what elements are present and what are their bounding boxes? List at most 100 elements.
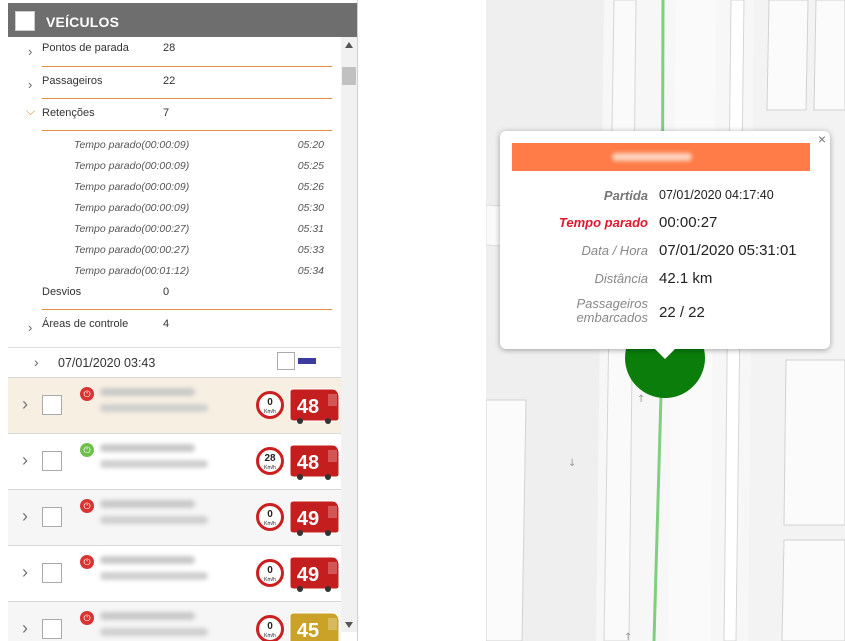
retention-item[interactable]: Tempo parado(00:00:09) 05:26 [74, 181, 324, 193]
popup-value-datetime: 07/01/2020 05:31:01 [659, 242, 797, 259]
trip-date: 07/01/2020 03:43 [58, 356, 156, 370]
vehicle-id-redacted [100, 500, 195, 508]
map-block [783, 359, 845, 526]
bus-line-number: 48 [297, 452, 319, 474]
speed-value: 0 [267, 565, 273, 576]
map-block [766, 0, 809, 111]
summary-label: Pontos de parada [42, 42, 129, 54]
vehicle-time-redacted [100, 628, 208, 636]
summary-label: Passageiros [42, 75, 103, 87]
speed-badge: 0 Km/h [256, 615, 284, 641]
popup-label-stopped-time: Tempo parado [558, 215, 648, 230]
chevron-right-icon[interactable]: › [22, 394, 28, 415]
vehicle-checkbox[interactable] [42, 451, 62, 471]
retention-time: 05:25 [297, 160, 324, 172]
trip-date-row[interactable]: › 07/01/2020 03:43 [8, 347, 341, 377]
retention-item[interactable]: Tempo parado(00:00:09) 05:30 [74, 202, 324, 214]
popup-label-distance: Distância [594, 271, 648, 286]
speed-value: 0 [267, 397, 273, 408]
vehicle-row[interactable]: › ⏻ 0 Km/h 48 [8, 377, 341, 433]
vehicle-checkbox[interactable] [42, 507, 62, 527]
panel-scrollbar[interactable] [341, 37, 357, 632]
summary-row-areas[interactable]: › Áreas de controle 4 [8, 316, 333, 340]
divider [42, 130, 332, 131]
retention-item[interactable]: Tempo parado(00:00:27) 05:33 [74, 244, 324, 256]
speed-badge: 0 Km/h [256, 391, 284, 419]
select-all-checkbox[interactable] [15, 11, 35, 31]
ignition-icon: ⏻ [80, 555, 94, 569]
popup-label-passengers: Passageiros embarcados [576, 296, 648, 325]
vehicle-checkbox[interactable] [42, 395, 62, 415]
vehicle-row[interactable]: › ⏻ 0 Km/h 49 [8, 489, 341, 545]
ignition-icon: ⏻ [80, 499, 94, 513]
speed-unit: Km/h [264, 633, 276, 639]
close-icon[interactable]: × [818, 131, 826, 147]
speed-value: 0 [267, 621, 273, 632]
direction-arrow-icon: ↑ [637, 394, 645, 405]
vehicle-row[interactable]: › ⏻ 0 Km/h 49 [8, 545, 341, 601]
summary-row-deviations: Desvios 0 [8, 285, 333, 310]
speed-value: 0 [267, 509, 273, 520]
summary-value: 7 [163, 107, 170, 119]
summary-label: Desvios [42, 286, 82, 298]
vehicle-row[interactable]: › ⏻ 0 Km/h 45 [8, 601, 341, 641]
chevron-right-icon[interactable]: › [28, 77, 32, 92]
panel-title: VEÍCULOS [46, 14, 120, 30]
ignition-icon: ⏻ [80, 387, 94, 401]
divider [42, 98, 332, 99]
panel-header: VEÍCULOS [8, 3, 357, 37]
scroll-down-icon[interactable] [345, 622, 353, 628]
retention-time: 05:30 [297, 202, 324, 214]
chevron-right-icon[interactable]: › [28, 44, 32, 59]
retention-label: Tempo parado(00:00:09) [74, 202, 190, 214]
retention-label: Tempo parado(00:00:27) [74, 223, 190, 235]
summary-row-passengers[interactable]: › Passageiros 22 [8, 73, 333, 103]
vehicle-row[interactable]: › ⏻ 28 Km/h 48 [8, 433, 341, 489]
vehicle-checkbox[interactable] [42, 563, 62, 583]
chevron-right-icon[interactable]: › [22, 562, 28, 583]
direction-arrow-icon: ↑ [624, 632, 632, 641]
map-block [781, 539, 845, 641]
retention-item[interactable]: Tempo parado(00:00:27) 05:31 [74, 223, 324, 235]
popup-value-passengers: 22 / 22 [659, 304, 705, 321]
chevron-right-icon[interactable]: › [22, 450, 28, 471]
chevron-right-icon[interactable]: › [28, 320, 32, 335]
retention-label: Tempo parado(00:00:09) [74, 160, 190, 172]
retention-time: 05:31 [297, 223, 324, 235]
retention-label: Tempo parado(00:00:09) [74, 139, 190, 151]
info-popup: × Partida 07/01/2020 04:17:40 Tempo para… [500, 131, 830, 359]
vehicle-time-redacted [100, 404, 208, 412]
chevron-right-icon[interactable]: › [22, 506, 28, 527]
popup-value-stopped-time: 00:00:27 [659, 214, 718, 231]
vehicle-checkbox[interactable] [42, 619, 62, 639]
direction-arrow-icon: ↓ [568, 458, 576, 469]
summary-value: 0 [163, 286, 170, 298]
retention-item[interactable]: Tempo parado(00:00:09) 05:20 [74, 139, 324, 151]
scroll-up-icon[interactable] [345, 42, 353, 48]
scroll-thumb[interactable] [342, 67, 356, 85]
summary-label: Retenções [42, 107, 95, 119]
vehicle-time-redacted [100, 572, 208, 580]
divider [42, 309, 332, 310]
vehicle-id-redacted [100, 612, 195, 620]
chevron-right-icon[interactable]: › [34, 354, 39, 370]
popup-value-departure: 07/01/2020 04:17:40 [659, 188, 774, 202]
summary-row-retentions[interactable]: ⌵ Retenções 7 [8, 104, 333, 135]
retention-item[interactable]: Tempo parado(00:01:12) 05:34 [74, 265, 324, 277]
speed-unit: Km/h [264, 577, 276, 583]
speed-unit: Km/h [264, 409, 276, 415]
summary-row-stops[interactable]: › Pontos de parada 28 [8, 40, 333, 70]
trip-checkbox[interactable] [277, 352, 295, 370]
popup-value-distance: 42.1 km [659, 270, 713, 287]
retention-item[interactable]: Tempo parado(00:00:09) 05:25 [74, 160, 324, 172]
bus-line-number: 49 [297, 564, 319, 586]
chevron-right-icon[interactable]: › [22, 618, 28, 639]
plate-text-redacted [612, 153, 692, 161]
map-block [486, 399, 527, 641]
vehicle-id-redacted [100, 556, 195, 564]
summary-label: Áreas de controle [42, 318, 129, 330]
chevron-down-icon[interactable]: ⌵ [26, 104, 35, 119]
ignition-icon: ⏻ [80, 443, 94, 457]
vehicles-panel: VEÍCULOS › Pontos de parada 28 › Passage… [8, 0, 358, 641]
bus-icon: 49 [289, 556, 340, 592]
